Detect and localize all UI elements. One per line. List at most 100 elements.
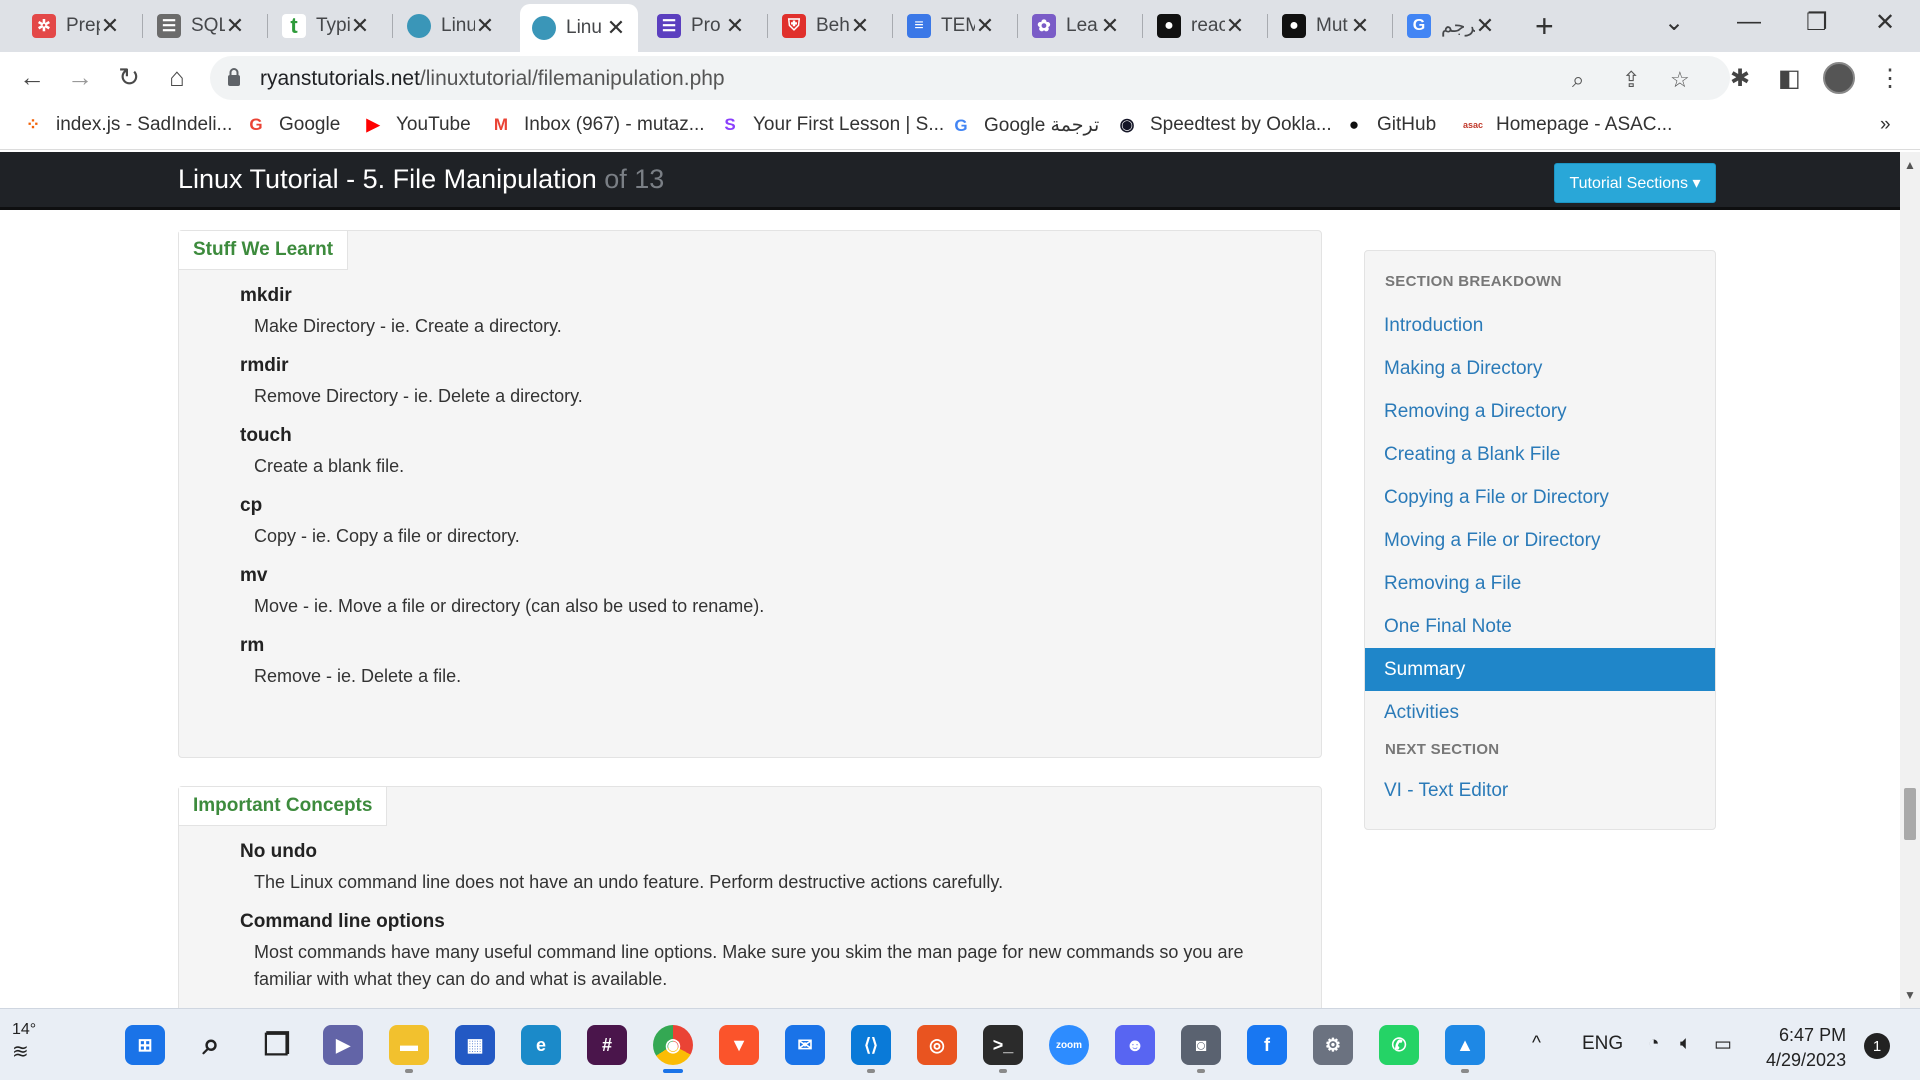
bookmark-item[interactable]: asac Homepage - ASAC...: [1462, 114, 1672, 136]
reload-icon[interactable]: ↻: [113, 62, 145, 93]
taskbar-edge-icon[interactable]: e: [521, 1025, 561, 1065]
taskbar-chrome-icon[interactable]: ◉: [653, 1025, 693, 1065]
taskbar-teams-chat-icon[interactable]: ▶: [323, 1025, 363, 1065]
back-arrow-icon[interactable]: ←: [16, 62, 48, 93]
notification-badge[interactable]: 1: [1864, 1033, 1890, 1059]
scroll-up-arrow-icon[interactable]: ▲: [1904, 158, 1916, 172]
tab-title: Mut: [1316, 15, 1348, 36]
close-tab-icon[interactable]: ✕: [475, 13, 495, 39]
scroll-down-arrow-icon[interactable]: ▼: [1904, 988, 1916, 1002]
extensions-icon[interactable]: ✱: [1730, 64, 1750, 93]
page-scrollbar[interactable]: ▲ ▼: [1900, 152, 1920, 1008]
close-tab-icon[interactable]: ✕: [1225, 13, 1245, 39]
sidebar-link-removing-a-file[interactable]: Removing a File: [1365, 562, 1715, 605]
close-tab-icon[interactable]: ✕: [100, 13, 120, 39]
system-clock[interactable]: 6:47 PM 4/29/2023: [1766, 1023, 1846, 1073]
bookmark-item[interactable]: G Google: [245, 114, 340, 136]
side-panel-icon[interactable]: ◧: [1778, 64, 1801, 93]
taskbar-photos-icon[interactable]: ▲: [1445, 1025, 1485, 1065]
sidebar-link-moving-a-file-or-directory[interactable]: Moving a File or Directory: [1365, 519, 1715, 562]
sidebar-link-activities[interactable]: Activities: [1365, 691, 1715, 734]
taskbar-zoom-icon[interactable]: zoom: [1049, 1025, 1089, 1065]
sidebar-link-creating-a-blank-file[interactable]: Creating a Blank File: [1365, 433, 1715, 476]
bookmark-label: Your First Lesson | S...: [753, 114, 945, 135]
language-indicator[interactable]: ENG: [1582, 1033, 1623, 1055]
browser-tab[interactable]: ≡ TEM ✕: [895, 4, 1007, 48]
bookmark-item[interactable]: M Inbox (967) - mutaz...: [490, 114, 705, 136]
close-tab-icon[interactable]: ✕: [606, 15, 626, 41]
browser-tab[interactable]: ● reac ✕: [1145, 4, 1257, 48]
weather-widget[interactable]: 14° ≋: [12, 1021, 36, 1064]
taskbar-store-icon[interactable]: ▦: [455, 1025, 495, 1065]
close-tab-icon[interactable]: ✕: [850, 13, 870, 39]
restore-button[interactable]: ❐: [1806, 8, 1828, 37]
sidebar-link-introduction[interactable]: Introduction: [1365, 304, 1715, 347]
browser-tab[interactable]: Linu ✕: [520, 4, 638, 52]
home-icon[interactable]: ⌂: [161, 62, 193, 93]
sidebar-link-copying-a-file-or-directory[interactable]: Copying a File or Directory: [1365, 476, 1715, 519]
forward-arrow-icon[interactable]: →: [64, 62, 96, 93]
lock-icon[interactable]: [226, 67, 242, 87]
browser-tab[interactable]: G ترجم✕: [1395, 4, 1507, 48]
bookmark-item[interactable]: ⁘ index.js - SadIndeli...: [22, 114, 233, 136]
sidebar-link-making-a-directory[interactable]: Making a Directory: [1365, 347, 1715, 390]
browser-tab[interactable]: ✿ Lea ✕: [1020, 4, 1132, 48]
taskbar-camera-icon[interactable]: ◙: [1181, 1025, 1221, 1065]
sidebar-link-one-final-note[interactable]: One Final Note: [1365, 605, 1715, 648]
close-window-button[interactable]: ✕: [1875, 8, 1895, 37]
taskbar-whatsapp-icon[interactable]: ✆: [1379, 1025, 1419, 1065]
browser-tab[interactable]: t Typi ✕: [270, 4, 382, 48]
profile-avatar[interactable]: [1823, 62, 1855, 94]
tutorial-sections-button[interactable]: Tutorial Sections ▾: [1554, 163, 1716, 203]
close-tab-icon[interactable]: ✕: [975, 13, 995, 39]
bookmark-star-icon[interactable]: ☆: [1670, 67, 1690, 93]
bookmark-item[interactable]: G Google ترجمة: [950, 114, 1099, 137]
browser-tab[interactable]: ☰ SQL ✕: [145, 4, 257, 48]
battery-icon[interactable]: ▭: [1714, 1033, 1732, 1056]
close-tab-icon[interactable]: ✕: [225, 13, 245, 39]
bookmark-item[interactable]: ◉ Speedtest by Ookla...: [1116, 114, 1332, 136]
new-tab-button[interactable]: +: [1535, 8, 1554, 45]
more-bookmarks-chevron[interactable]: »: [1880, 114, 1891, 136]
close-tab-icon[interactable]: ✕: [1350, 13, 1370, 39]
tab-search-chevron-icon[interactable]: ⌄: [1664, 8, 1684, 37]
menu-kebab-icon[interactable]: ⋮: [1878, 64, 1902, 93]
tray-chevron-up-icon[interactable]: ^: [1532, 1033, 1541, 1055]
taskbar-search-icon[interactable]: ⌕: [191, 1025, 231, 1065]
close-tab-icon[interactable]: ✕: [1475, 13, 1495, 39]
sidebar-link-removing-a-directory[interactable]: Removing a Directory: [1365, 390, 1715, 433]
share-icon[interactable]: ⇪: [1622, 67, 1640, 93]
taskbar-task-view-icon[interactable]: ❐: [257, 1025, 297, 1065]
taskbar-slack-icon[interactable]: #: [587, 1025, 627, 1065]
browser-tab[interactable]: ✲ Prep✕: [20, 4, 132, 48]
taskbar-file-explorer-icon[interactable]: ▬: [389, 1025, 429, 1065]
bookmark-item[interactable]: S Your First Lesson | S...: [719, 114, 944, 136]
address-bar[interactable]: ryanstutorials.net/linuxtutorial/fileman…: [210, 56, 1730, 100]
browser-tab[interactable]: Linu ✕: [395, 4, 507, 48]
taskbar-facebook-icon[interactable]: f: [1247, 1025, 1287, 1065]
taskbar-brave-icon[interactable]: ▼: [719, 1025, 759, 1065]
taskbar-mail-icon[interactable]: ✉: [785, 1025, 825, 1065]
taskbar-start-icon[interactable]: ⊞: [125, 1025, 165, 1065]
taskbar-terminal-icon[interactable]: >_: [983, 1025, 1023, 1065]
zoom-icon[interactable]: ⌕: [1572, 67, 1584, 93]
sidebar-link-summary[interactable]: Summary: [1365, 648, 1715, 691]
bookmark-item[interactable]: ● GitHub: [1343, 114, 1436, 136]
close-tab-icon[interactable]: ✕: [1100, 13, 1120, 39]
volume-icon[interactable]: 🔈︎: [1680, 1033, 1691, 1055]
browser-tab[interactable]: ☰ Pro ✕: [645, 4, 757, 48]
url-text[interactable]: ryanstutorials.net/linuxtutorial/fileman…: [260, 67, 725, 91]
wifi-icon[interactable]: ◔: [1648, 1033, 1659, 1055]
bookmark-item[interactable]: ▶ YouTube: [362, 114, 470, 136]
taskbar-vscode-icon[interactable]: ⟨⟩: [851, 1025, 891, 1065]
close-tab-icon[interactable]: ✕: [350, 13, 370, 39]
browser-tab[interactable]: ● Mut ✕: [1270, 4, 1382, 48]
taskbar-discord-icon[interactable]: ☻: [1115, 1025, 1155, 1065]
taskbar-ubuntu-icon[interactable]: ◎: [917, 1025, 957, 1065]
scrollbar-thumb[interactable]: [1904, 788, 1916, 840]
taskbar-settings-icon[interactable]: ⚙: [1313, 1025, 1353, 1065]
next-section-link[interactable]: VI - Text Editor: [1365, 769, 1715, 812]
minimize-button[interactable]: —: [1737, 8, 1761, 36]
browser-tab[interactable]: ⛨ Beh ✕: [770, 4, 882, 48]
close-tab-icon[interactable]: ✕: [725, 13, 745, 39]
